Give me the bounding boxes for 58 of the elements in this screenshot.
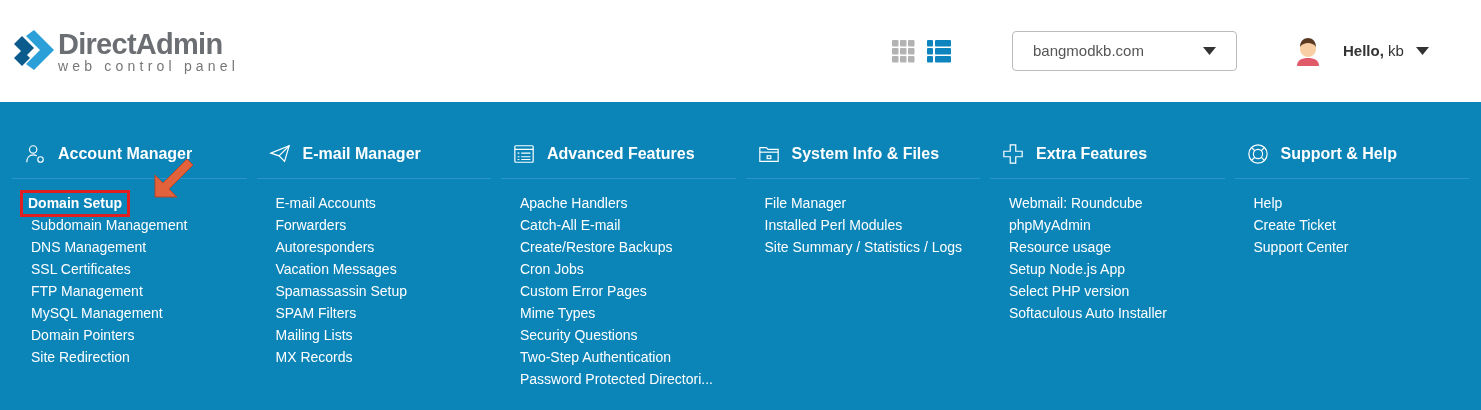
menu-link[interactable]: SSL Certificates	[31, 258, 131, 280]
section-title: Extra Features	[1036, 144, 1148, 164]
section-title: System Info & Files	[791, 144, 940, 164]
menu-link[interactable]: Installed Perl Modules	[764, 214, 903, 236]
menu-link[interactable]: Webmail: Roundcube	[1009, 192, 1143, 214]
section-title: Advanced Features	[547, 144, 695, 164]
menu-link[interactable]: Subdomain Management	[31, 214, 188, 236]
menu-link[interactable]: Softaculous Auto Installer	[1009, 302, 1167, 324]
menu-link[interactable]: Create Ticket	[1253, 214, 1336, 236]
grid-view-button[interactable]	[892, 39, 915, 63]
menu-link[interactable]: Site Summary / Statistics / Logs	[764, 236, 963, 258]
menu-link[interactable]: Support Center	[1253, 236, 1349, 258]
menu-link[interactable]: Select PHP version	[1009, 280, 1130, 302]
logo-chevrons-icon	[12, 30, 54, 72]
menu-link[interactable]: E-mail Accounts	[275, 192, 376, 214]
menu-link[interactable]: Catch-All E-mail	[520, 214, 621, 236]
menu-link[interactable]: DNS Management	[31, 236, 147, 258]
menu-link[interactable]: Forwarders	[275, 214, 347, 236]
menu-link[interactable]: Security Questions	[520, 324, 638, 346]
user-menu[interactable]: Hello, kb	[1343, 39, 1429, 63]
menu-link[interactable]: Site Redirection	[31, 346, 130, 368]
menu-link[interactable]: Mime Types	[520, 302, 596, 324]
menu-link[interactable]: MX Records	[275, 346, 353, 368]
menu-link[interactable]: Two-Step Authentication	[520, 346, 671, 368]
menu-link[interactable]: Custom Error Pages	[520, 280, 647, 302]
menu-link[interactable]: Help	[1253, 192, 1283, 214]
avatar-icon	[1295, 36, 1321, 66]
menu-link[interactable]: Apache Handlers	[520, 192, 628, 214]
plus-icon	[1002, 143, 1024, 165]
domain-select[interactable]: bangmodkb.com	[1012, 31, 1237, 71]
logo-name: DirectAdmin	[58, 29, 224, 59]
menu-link[interactable]: Autoresponders	[275, 236, 375, 258]
menu-link[interactable]: Domain Setup	[23, 192, 128, 214]
caret-icon	[1415, 47, 1429, 55]
section-title: Support & Help	[1280, 144, 1397, 164]
menu-link[interactable]: MySQL Management	[31, 302, 163, 324]
menu-link[interactable]: Mailing Lists	[275, 324, 353, 346]
menu-link[interactable]: Cron Jobs	[520, 258, 584, 280]
section-title: E-mail Manager	[302, 144, 421, 164]
caret-icon	[1203, 47, 1216, 55]
list-window-icon	[513, 143, 535, 165]
menu-link[interactable]: Domain Pointers	[31, 324, 135, 346]
menu-link[interactable]: Resource usage	[1009, 236, 1111, 258]
logo-tagline: web control panel	[58, 58, 240, 73]
menu-link[interactable]: FTP Management	[31, 280, 143, 302]
menu-link[interactable]: Vacation Messages	[275, 258, 397, 280]
list-view-button[interactable]	[927, 39, 951, 63]
menu-link[interactable]: Spamassassin Setup	[275, 280, 408, 302]
lifebuoy-icon	[1246, 143, 1269, 165]
menu-link[interactable]: SPAM Filters	[275, 302, 357, 324]
user-gear-icon	[24, 143, 46, 165]
menu-link[interactable]: phpMyAdmin	[1009, 214, 1091, 236]
paper-plane-icon	[268, 143, 291, 165]
menu-link[interactable]: Create/Restore Backups	[520, 236, 673, 258]
menu-link[interactable]: File Manager	[764, 192, 847, 214]
menu-link[interactable]: Password Protected Directori...	[520, 368, 713, 390]
menu-link[interactable]: Setup Node.js App	[1009, 258, 1125, 280]
section-title: Account Manager	[58, 144, 193, 164]
